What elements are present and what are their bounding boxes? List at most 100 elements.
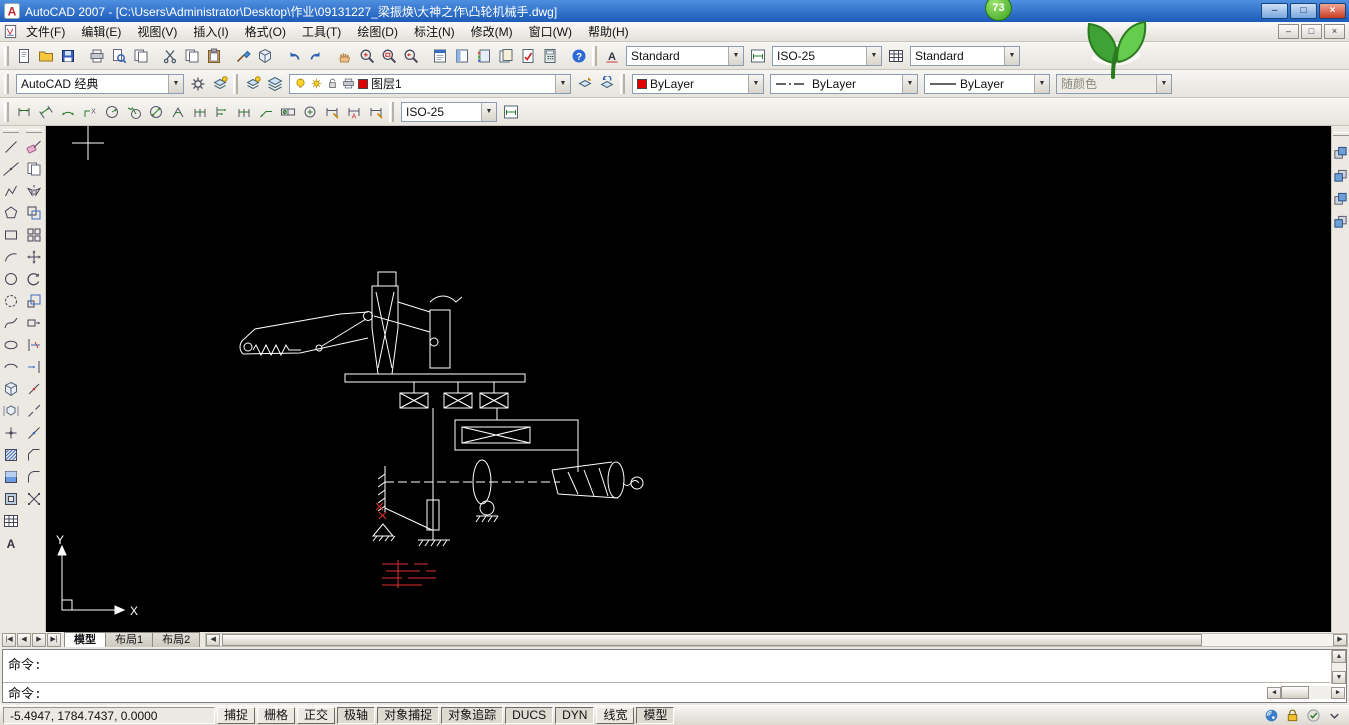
break-button[interactable] (23, 400, 45, 422)
table-style-select[interactable]: Standard▼ (910, 46, 1020, 66)
arc-length-dimension-button[interactable] (57, 101, 79, 123)
break-at-point-button[interactable] (23, 378, 45, 400)
paste-button[interactable] (203, 45, 225, 67)
ellipse-arc-button[interactable] (0, 356, 22, 378)
rectangle-button[interactable] (0, 224, 22, 246)
scrollbar-thumb[interactable] (222, 634, 1202, 646)
insert-block-button[interactable] (0, 378, 22, 400)
arc-button[interactable] (0, 246, 22, 268)
chevron-down-icon[interactable]: ▼ (728, 47, 743, 65)
toolbar-grip[interactable] (389, 102, 394, 122)
new-button[interactable] (13, 45, 35, 67)
scroll-up-arrow[interactable]: ▲ (1332, 650, 1346, 663)
erase-button[interactable] (23, 136, 45, 158)
status-toggle-3[interactable]: 极轴 (337, 707, 375, 724)
plot-preview-button[interactable] (108, 45, 130, 67)
status-toggle-9[interactable]: 模型 (636, 707, 674, 724)
menu-item-8[interactable]: 修改(M) (463, 21, 521, 42)
array-button[interactable] (23, 224, 45, 246)
zoom-previous-button[interactable] (400, 45, 422, 67)
plot-button[interactable] (86, 45, 108, 67)
lineweight-select[interactable]: ByLayer ▼ (924, 74, 1050, 94)
table-button[interactable] (0, 510, 22, 532)
toolbar-grip[interactable] (620, 74, 625, 94)
menu-item-7[interactable]: 标注(N) (406, 21, 463, 42)
chevron-down-icon[interactable]: ▼ (902, 75, 917, 93)
table-style-button[interactable] (885, 45, 907, 67)
scroll-right-arrow[interactable]: ▶ (1333, 634, 1347, 646)
baseline-dimension-button[interactable] (211, 101, 233, 123)
scroll-left-arrow[interactable]: ◀ (206, 634, 220, 646)
revision-cloud-button[interactable] (0, 290, 22, 312)
menu-item-1[interactable]: 编辑(E) (73, 21, 129, 42)
hatch-button[interactable] (0, 444, 22, 466)
aligned-dimension-button[interactable] (35, 101, 57, 123)
mdi-restore-button[interactable]: □ (1301, 24, 1322, 39)
stretch-button[interactable] (23, 312, 45, 334)
markup-set-manager-button[interactable] (517, 45, 539, 67)
make-object-layer-current-button[interactable] (574, 73, 596, 95)
point-button[interactable] (0, 422, 22, 444)
communication-center-icon[interactable] (1262, 707, 1280, 725)
save-workspace-button[interactable] (209, 73, 231, 95)
open-button[interactable] (35, 45, 57, 67)
command-input[interactable]: 命令: ◀ ▶ (3, 683, 1346, 702)
chevron-down-icon[interactable]: ▼ (1034, 75, 1049, 93)
ellipse-button[interactable] (0, 334, 22, 356)
chevron-down-icon[interactable]: ▼ (555, 75, 570, 93)
dimension-style-select[interactable]: ISO-25 ▼ (401, 102, 497, 122)
layout-tab-1[interactable]: 布局1 (105, 632, 153, 647)
chevron-down-icon[interactable]: ▼ (748, 75, 763, 93)
linetype-select[interactable]: ByLayer ▼ (770, 74, 918, 94)
redo-button[interactable] (305, 45, 327, 67)
dimension-text-edit-button[interactable]: A (343, 101, 365, 123)
tab-nav-3[interactable]: ▶| (47, 633, 61, 647)
scroll-left-arrow[interactable]: ◀ (1267, 687, 1281, 699)
save-button[interactable] (57, 45, 79, 67)
command-horizontal-scrollbar[interactable]: ◀ ▶ (1267, 685, 1345, 700)
quickcalc-button[interactable] (539, 45, 561, 67)
status-toggle-5[interactable]: 对象追踪 (441, 707, 503, 724)
properties-button[interactable] (429, 45, 451, 67)
layer-properties-manager-button[interactable] (242, 73, 264, 95)
match-properties-button[interactable] (232, 45, 254, 67)
layout-tab-2[interactable]: 布局2 (152, 632, 200, 647)
rotate-button[interactable] (23, 268, 45, 290)
chevron-down-icon[interactable]: ▼ (866, 47, 881, 65)
coordinate-display[interactable]: -5.4947, 1784.7437, 0.0000 (3, 707, 215, 724)
send-to-back-button[interactable] (1332, 166, 1349, 185)
tab-nav-2[interactable]: ▶ (32, 633, 46, 647)
pan-realtime-button[interactable] (334, 45, 356, 67)
menu-item-6[interactable]: 绘图(D) (349, 21, 406, 42)
polyline-button[interactable] (0, 180, 22, 202)
mdi-minimize-button[interactable]: – (1278, 24, 1299, 39)
ordinate-dimension-button[interactable]: X (79, 101, 101, 123)
dimension-style-manager-button[interactable] (500, 101, 522, 123)
designcenter-button[interactable] (451, 45, 473, 67)
horizontal-scrollbar[interactable]: ◀ ▶ (205, 633, 1348, 647)
move-button[interactable] (23, 246, 45, 268)
command-history[interactable]: 命令: (3, 650, 1330, 683)
toolbar-grip[interactable] (4, 74, 9, 94)
sheet-set-manager-button[interactable] (495, 45, 517, 67)
dimension-update-button[interactable] (365, 101, 387, 123)
trim-button[interactable] (23, 334, 45, 356)
menu-item-3[interactable]: 插入(I) (185, 21, 236, 42)
command-vertical-scrollbar[interactable]: ▲ ▼ (1331, 650, 1346, 684)
validate-standards-icon[interactable] (1304, 707, 1322, 725)
spline-button[interactable] (0, 312, 22, 334)
menu-item-4[interactable]: 格式(O) (237, 21, 294, 42)
offset-button[interactable] (23, 202, 45, 224)
toolbar-lock-icon[interactable] (1283, 707, 1301, 725)
menu-item-2[interactable]: 视图(V) (129, 21, 185, 42)
toolbar-grip[interactable] (4, 102, 9, 122)
radius-dimension-button[interactable] (101, 101, 123, 123)
bring-above-objects-button[interactable] (1332, 189, 1349, 208)
zoom-realtime-button[interactable] (356, 45, 378, 67)
status-toggle-1[interactable]: 栅格 (257, 707, 295, 724)
extend-button[interactable] (23, 356, 45, 378)
text-style-button[interactable]: A (601, 45, 623, 67)
tool-palettes-button[interactable] (473, 45, 495, 67)
layer-states-manager-button[interactable] (264, 73, 286, 95)
status-toggle-7[interactable]: DYN (555, 707, 594, 724)
